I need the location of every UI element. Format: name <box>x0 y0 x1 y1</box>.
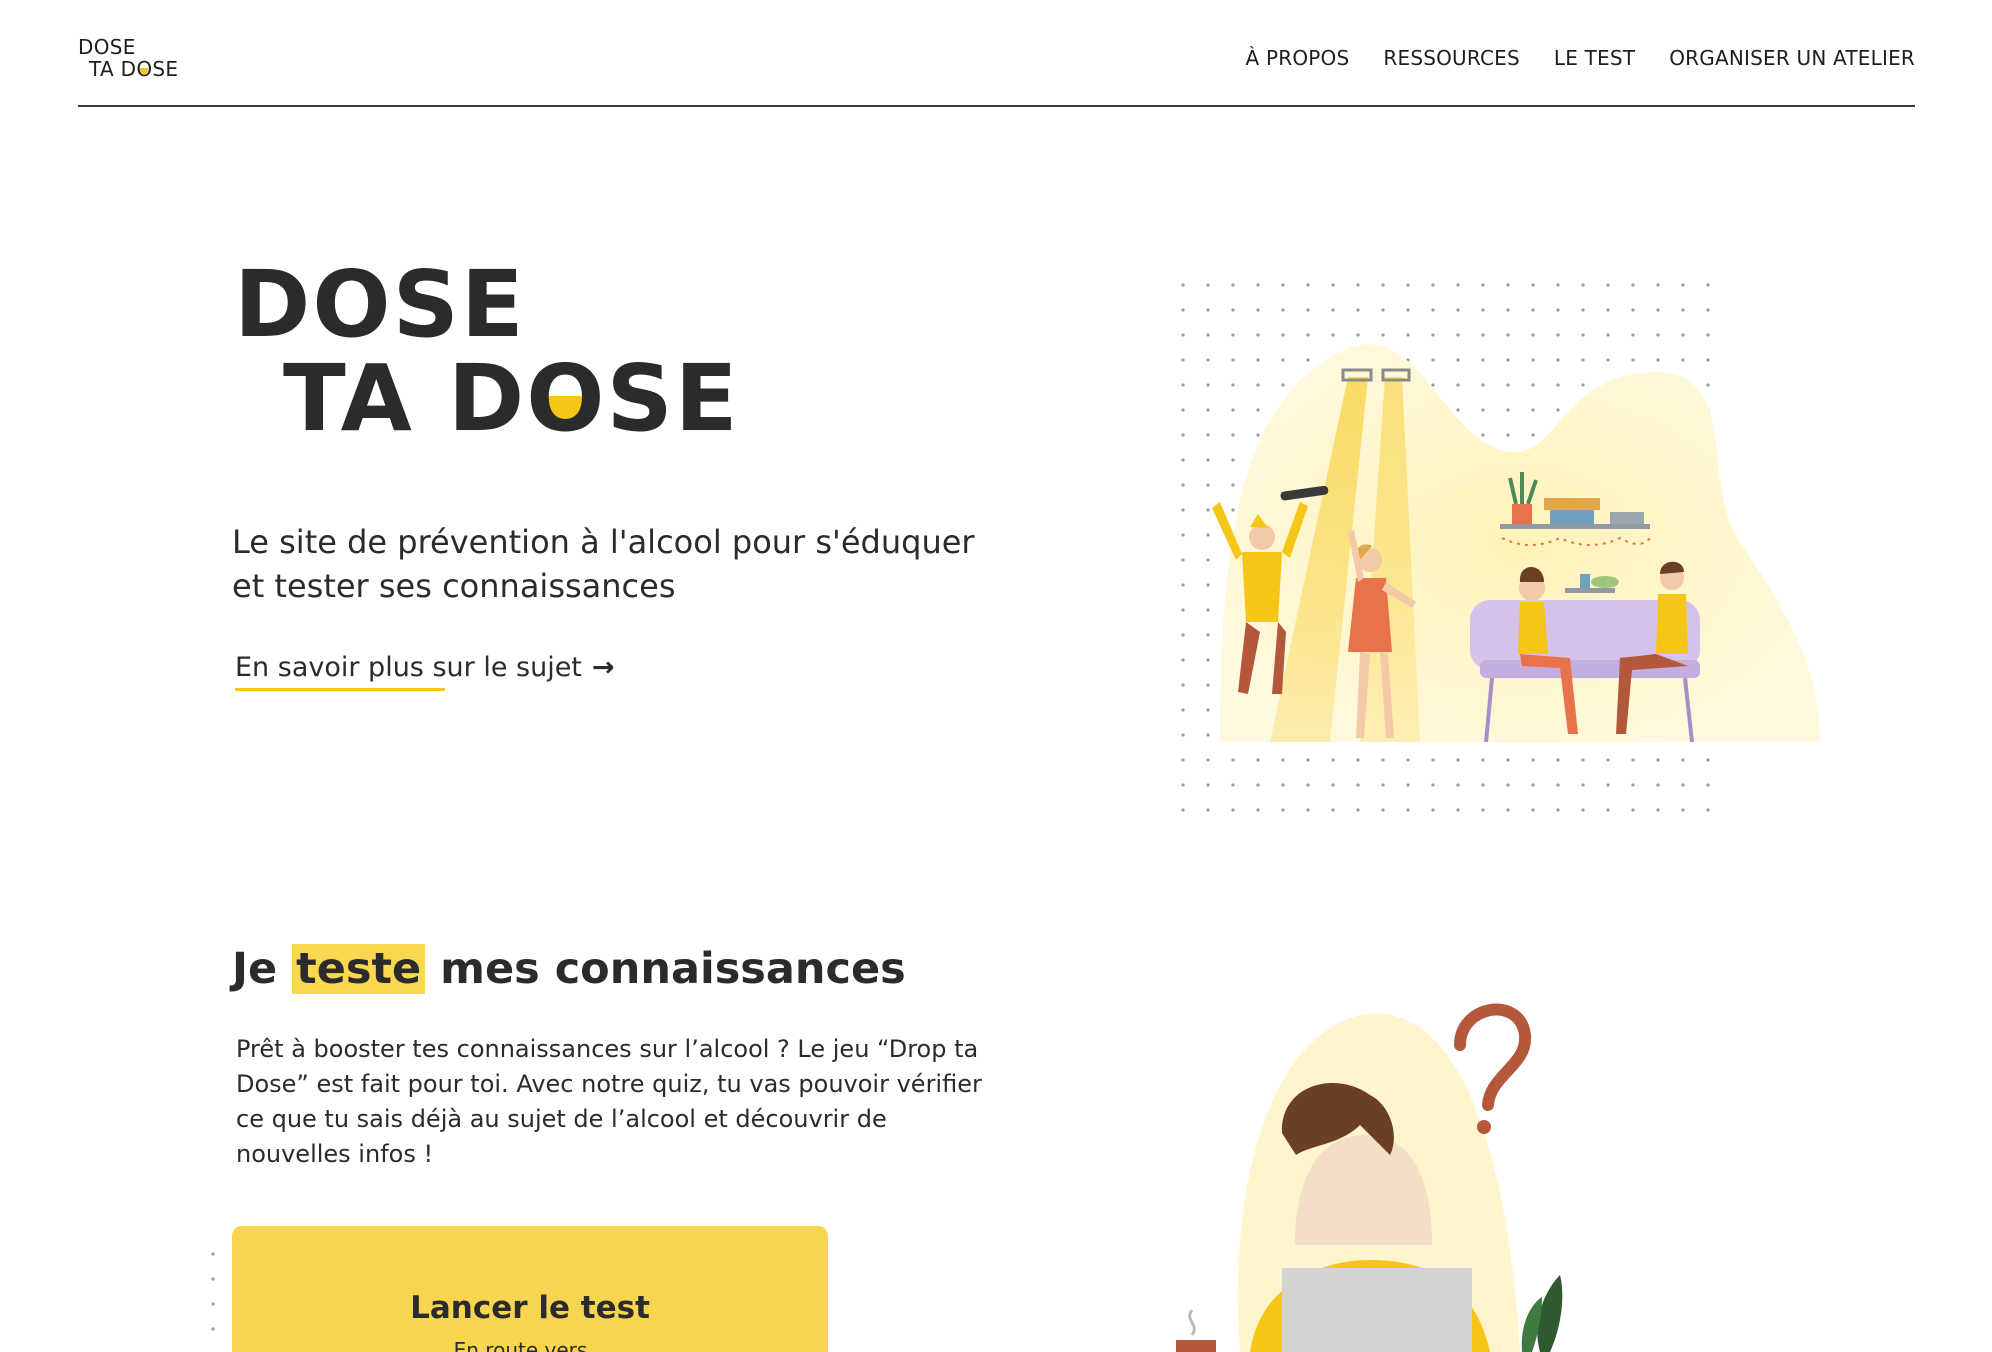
main-nav: À PROPOS RESSOURCES LE TEST ORGANISER UN… <box>1246 46 1915 70</box>
start-test-label: Lancer le test <box>410 1290 650 1326</box>
hero-logo-line1: DOSE <box>234 251 526 358</box>
nav-le-test[interactable]: LE TEST <box>1554 46 1635 70</box>
nav-a-propos[interactable]: À PROPOS <box>1246 46 1350 70</box>
quiz-illustration <box>1176 1003 1563 1352</box>
arrow-right-icon: → <box>591 652 615 683</box>
logo-line2: TA DOSE <box>89 57 179 81</box>
nav-ressources[interactable]: RESSOURCES <box>1383 46 1520 70</box>
header-logo[interactable]: DOSE TA DOSE <box>78 36 178 80</box>
party-illustration <box>1180 282 1820 822</box>
hero-subtitle: Le site de prévention à l'alcool pour s'… <box>232 523 975 605</box>
hero-logo-line2: TA D OSE <box>283 345 740 452</box>
start-test-button[interactable]: Lancer le test En route vers... <box>232 1226 828 1352</box>
site-header: DOSE TA DOSE À PROPOS RESSOURCES LE TEST… <box>78 0 1915 107</box>
learn-more-label: En savoir plus sur le sujet <box>235 652 582 683</box>
logo-line1: DOSE <box>78 35 136 59</box>
learn-more-link[interactable]: En savoir plus sur le sujet → <box>235 652 615 691</box>
nav-organiser-atelier[interactable]: ORGANISER UN ATELIER <box>1669 46 1915 70</box>
title-highlight: teste <box>292 944 426 994</box>
link-underline <box>235 688 445 691</box>
start-test-sublabel: En route vers... <box>453 1338 607 1352</box>
hero-logo: DOSE TA D OSE <box>234 258 740 446</box>
decorative-dots <box>211 1252 215 1331</box>
quiz-description: Prêt à booster tes connaissances sur l’a… <box>236 1035 982 1168</box>
quiz-section-title: Je teste mes connaissances <box>232 944 906 994</box>
